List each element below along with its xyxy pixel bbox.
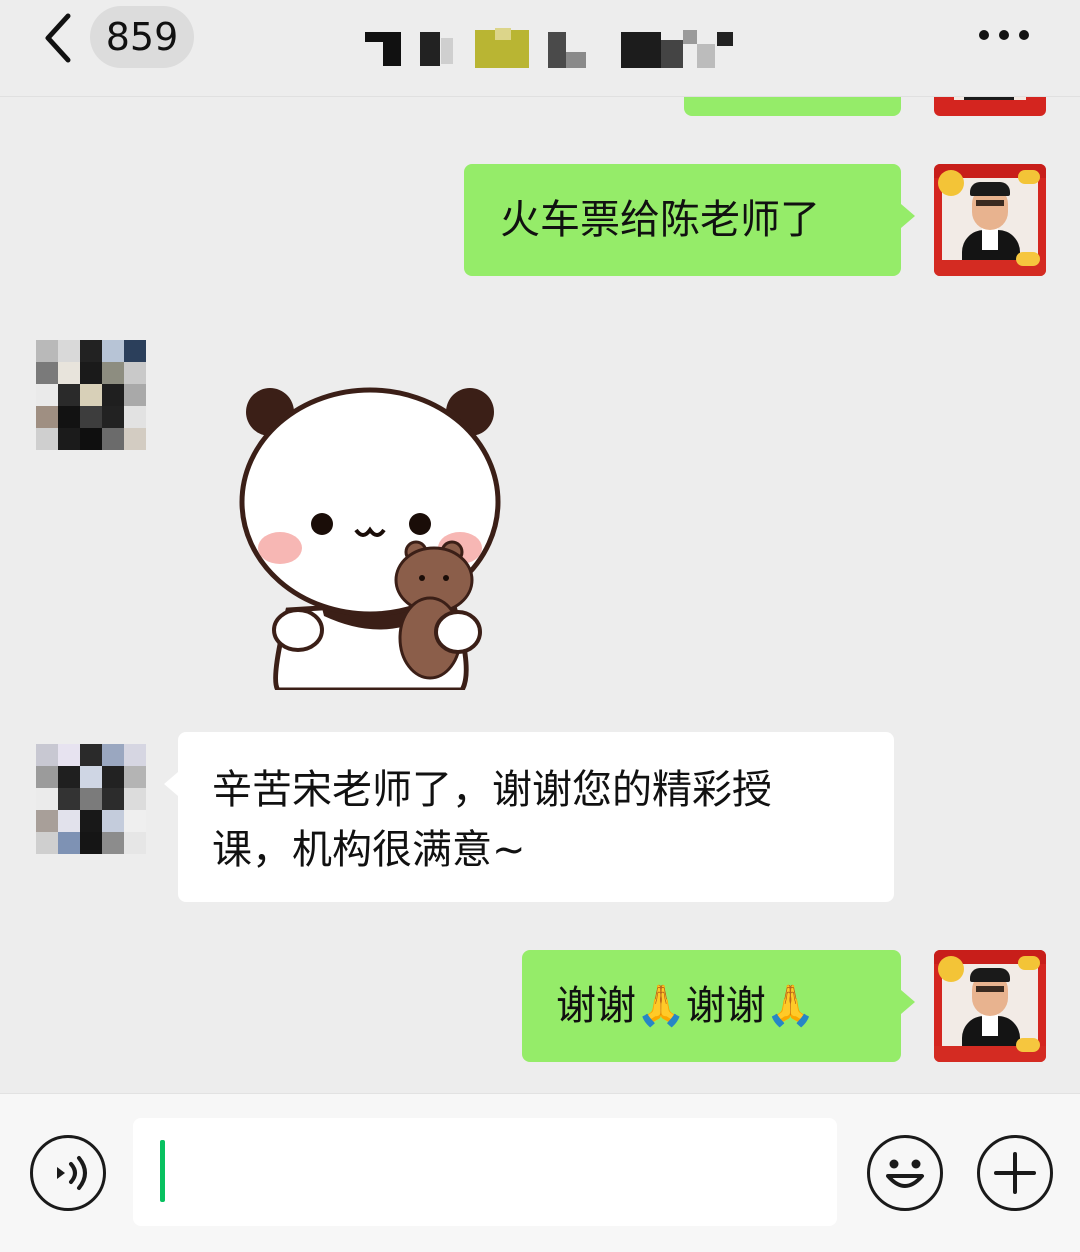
panda-sticker-icon [239,387,501,693]
text-caret [160,1140,165,1202]
emoji-button[interactable] [867,1135,943,1211]
emoji-icon [886,1159,924,1188]
message-text: 谢谢🙏谢谢🙏 [556,983,816,1029]
message-bubble-outgoing[interactable]: 火车票给陈老师了 [464,164,915,276]
back-button[interactable] [40,12,80,64]
plus-icon [994,1152,1036,1194]
contact-avatar-pixelated[interactable] [36,744,148,856]
input-bar [0,1093,1080,1252]
chat-title-redacted [365,28,745,68]
chat-header: 859 [0,0,1080,96]
header-divider [0,96,1080,97]
message-bubble-incoming[interactable]: 辛苦宋老师了，谢谢您的精彩授 课，机构很满意~ [164,732,894,902]
voice-button[interactable] [30,1135,106,1211]
contact-avatar-pixelated[interactable] [36,340,148,452]
message-bubble-outgoing[interactable]: 谢谢🙏谢谢🙏 [522,950,915,1062]
message-text: 火车票给陈老师了 [500,197,820,243]
plus-button[interactable] [977,1135,1053,1211]
my-avatar[interactable] [934,950,1046,1062]
chevron-left-icon [45,13,71,63]
voice-icon [57,1156,87,1190]
message-text-line-1: 辛苦宋老师了，谢谢您的精彩授 [212,767,772,813]
unread-count-badge[interactable]: 859 [90,6,194,68]
more-options-button[interactable] [975,30,1035,44]
message-input[interactable] [133,1118,837,1226]
my-avatar[interactable] [934,164,1046,276]
message-text-line-2: 课，机构很满意~ [212,827,526,873]
sticker-message[interactable] [230,380,520,693]
